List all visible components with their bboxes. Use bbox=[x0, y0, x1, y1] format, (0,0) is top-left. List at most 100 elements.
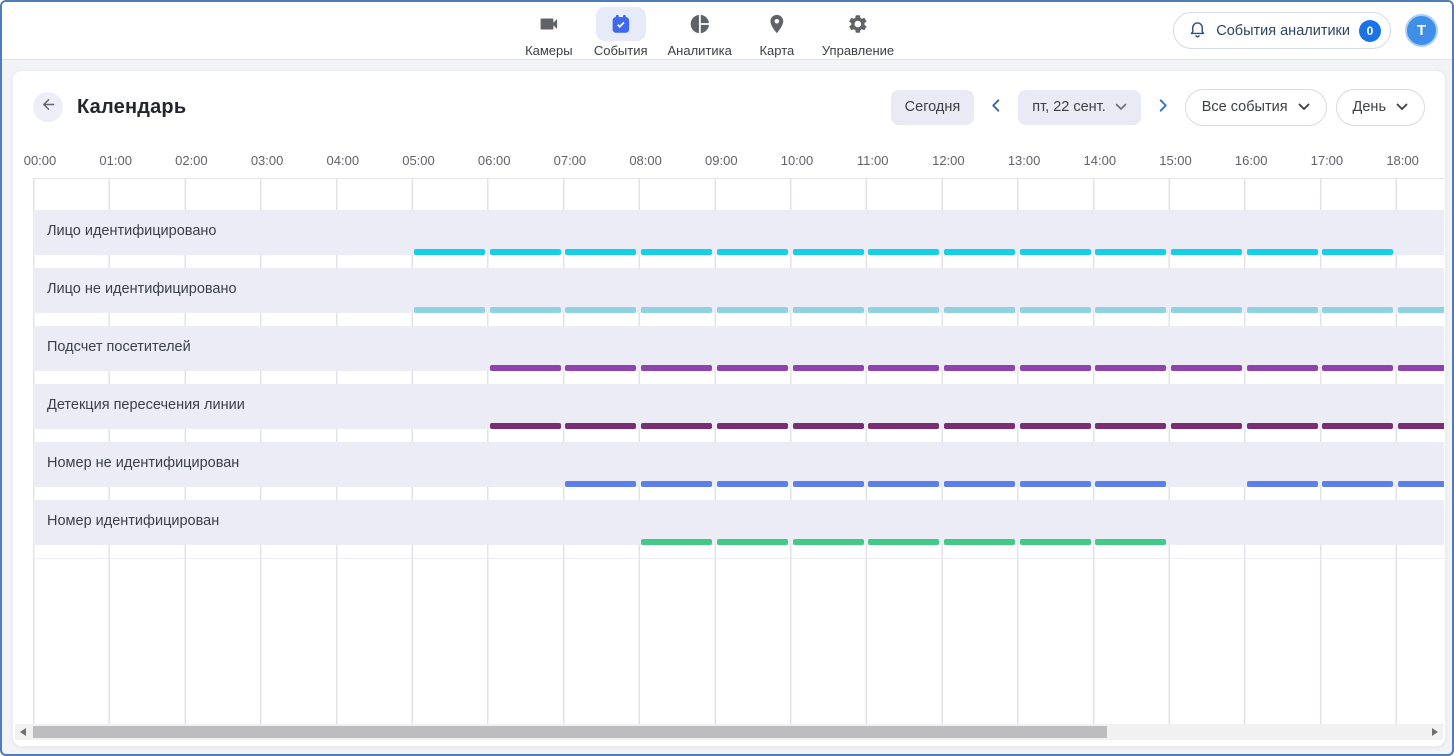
event-bar-segment[interactable] bbox=[1020, 539, 1091, 545]
event-bar-segment[interactable] bbox=[641, 307, 712, 313]
event-bar-segment[interactable] bbox=[1171, 365, 1242, 371]
event-bar-segment[interactable] bbox=[641, 539, 712, 545]
event-bar-segment[interactable] bbox=[490, 249, 561, 255]
user-avatar[interactable]: T bbox=[1405, 14, 1438, 47]
date-selector[interactable]: пт, 22 сент. bbox=[1018, 90, 1140, 125]
event-bar-segment[interactable] bbox=[1020, 365, 1091, 371]
event-bar-segment[interactable] bbox=[793, 481, 864, 487]
event-bar-segment[interactable] bbox=[1171, 307, 1242, 313]
event-bar-segment[interactable] bbox=[565, 481, 636, 487]
nav-tab-1[interactable]: События bbox=[590, 5, 652, 60]
event-bar-segment[interactable] bbox=[641, 249, 712, 255]
event-bar-segment[interactable] bbox=[1020, 481, 1091, 487]
calendar-header: Календарь Сегодня пт, 22 сент. bbox=[33, 87, 1425, 127]
event-bar-segment[interactable] bbox=[1247, 365, 1318, 371]
hour-tick-label: 13:00 bbox=[999, 153, 1049, 168]
header-controls: Сегодня пт, 22 сент. bbox=[891, 89, 1425, 126]
event-bar-segment[interactable] bbox=[717, 481, 788, 487]
event-bar-segment[interactable] bbox=[565, 365, 636, 371]
event-bar-segment[interactable] bbox=[717, 365, 788, 371]
event-bar-segment[interactable] bbox=[793, 365, 864, 371]
hour-tick-label: 06:00 bbox=[469, 153, 519, 168]
event-bar-segment[interactable] bbox=[1398, 307, 1444, 313]
event-row-label: Номер идентифицирован bbox=[47, 513, 219, 529]
event-bar-segment[interactable] bbox=[868, 307, 939, 313]
event-bar-segment[interactable] bbox=[1322, 249, 1393, 255]
event-bar-segment[interactable] bbox=[565, 423, 636, 429]
event-bar-segment[interactable] bbox=[1171, 249, 1242, 255]
event-bar-segment[interactable] bbox=[1020, 307, 1091, 313]
event-bar-segment[interactable] bbox=[717, 307, 788, 313]
event-bar-segment[interactable] bbox=[565, 249, 636, 255]
event-bar-segment[interactable] bbox=[1322, 307, 1393, 313]
event-bar-segment[interactable] bbox=[1020, 249, 1091, 255]
event-bar-segment[interactable] bbox=[944, 481, 1015, 487]
view-mode-dropdown[interactable]: День bbox=[1336, 89, 1425, 126]
event-bar-segment[interactable] bbox=[641, 423, 712, 429]
next-day-button[interactable] bbox=[1150, 94, 1176, 120]
event-bar-segment[interactable] bbox=[1095, 423, 1166, 429]
event-bar-segment[interactable] bbox=[1171, 423, 1242, 429]
event-bar-segment[interactable] bbox=[793, 539, 864, 545]
today-button[interactable]: Сегодня bbox=[891, 90, 975, 125]
event-bar-segment[interactable] bbox=[1095, 365, 1166, 371]
event-bar-segment[interactable] bbox=[1247, 249, 1318, 255]
events-filter-dropdown[interactable]: Все события bbox=[1185, 89, 1327, 126]
event-bar-segment[interactable] bbox=[414, 249, 485, 255]
event-bar-segment[interactable] bbox=[1398, 481, 1444, 487]
event-bar-segment[interactable] bbox=[1322, 365, 1393, 371]
event-bar-segment[interactable] bbox=[1095, 307, 1166, 313]
nav-tab-label: Камеры bbox=[525, 43, 573, 58]
event-bar-segment[interactable] bbox=[490, 365, 561, 371]
event-bar-segment[interactable] bbox=[1322, 423, 1393, 429]
event-bar-segment[interactable] bbox=[944, 539, 1015, 545]
scroll-right-arrow-icon[interactable] bbox=[1427, 724, 1443, 740]
event-bar-segment[interactable] bbox=[1095, 249, 1166, 255]
hour-tick-label: 00:00 bbox=[15, 153, 65, 168]
event-bar-segment[interactable] bbox=[565, 307, 636, 313]
event-bar-segment[interactable] bbox=[793, 423, 864, 429]
event-bar-segment[interactable] bbox=[1247, 423, 1318, 429]
event-bar-segment[interactable] bbox=[868, 481, 939, 487]
event-bar-segment[interactable] bbox=[717, 423, 788, 429]
event-bar-segment[interactable] bbox=[944, 423, 1015, 429]
scrollbar-thumb[interactable] bbox=[33, 726, 1107, 738]
event-bar-segment[interactable] bbox=[1247, 307, 1318, 313]
event-bar-segment[interactable] bbox=[1398, 365, 1444, 371]
back-button[interactable] bbox=[33, 92, 63, 122]
event-bar-segment[interactable] bbox=[1095, 539, 1166, 545]
event-bar-segment[interactable] bbox=[944, 307, 1015, 313]
event-bar-segment[interactable] bbox=[868, 423, 939, 429]
nav-tab-3[interactable]: Карта bbox=[748, 5, 806, 60]
event-bar-segment[interactable] bbox=[490, 307, 561, 313]
event-bar-segment[interactable] bbox=[944, 249, 1015, 255]
event-bar-segment[interactable] bbox=[868, 365, 939, 371]
analytics-events-button[interactable]: События аналитики 0 bbox=[1173, 12, 1391, 49]
event-bar-segment[interactable] bbox=[1398, 423, 1444, 429]
event-bar-segment[interactable] bbox=[414, 307, 485, 313]
event-bar-segment[interactable] bbox=[717, 249, 788, 255]
nav-tab-2[interactable]: Аналитика bbox=[664, 5, 736, 60]
event-bar-segment[interactable] bbox=[490, 423, 561, 429]
event-bar-segment[interactable] bbox=[793, 249, 864, 255]
nav-tab-0[interactable]: Камеры bbox=[520, 5, 578, 60]
event-bar-segment[interactable] bbox=[1322, 481, 1393, 487]
event-bar-segment[interactable] bbox=[793, 307, 864, 313]
event-bar-segment[interactable] bbox=[641, 481, 712, 487]
event-bar-segment[interactable] bbox=[944, 365, 1015, 371]
scroll-left-arrow-icon[interactable] bbox=[15, 724, 31, 740]
event-bar-segment[interactable] bbox=[868, 539, 939, 545]
event-bar-segment[interactable] bbox=[717, 539, 788, 545]
chevron-right-icon bbox=[1155, 98, 1170, 116]
hour-tick-label: 16:00 bbox=[1226, 153, 1276, 168]
event-bar-segment[interactable] bbox=[1095, 481, 1166, 487]
horizontal-scrollbar[interactable] bbox=[15, 724, 1443, 740]
event-row-label: Лицо идентифицировано bbox=[47, 223, 216, 239]
event-bar-segment[interactable] bbox=[1020, 423, 1091, 429]
event-bar-segment[interactable] bbox=[868, 249, 939, 255]
event-row-band: Номер идентифицирован bbox=[33, 501, 1444, 545]
event-bar-segment[interactable] bbox=[641, 365, 712, 371]
nav-tab-4[interactable]: Управление bbox=[818, 5, 898, 60]
prev-day-button[interactable] bbox=[983, 94, 1009, 120]
event-bar-segment[interactable] bbox=[1247, 481, 1318, 487]
